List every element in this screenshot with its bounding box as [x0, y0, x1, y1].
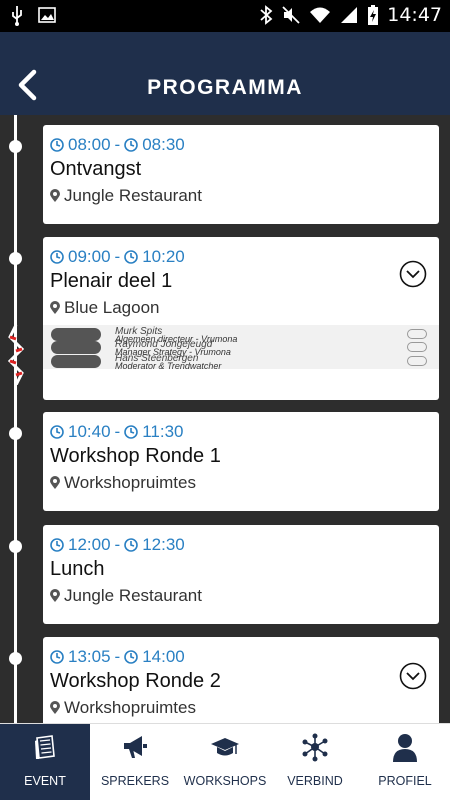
event-title: Plenair deel 1 [50, 270, 173, 292]
event-title: Workshop Ronde 2 [50, 670, 221, 692]
clock-icon [124, 250, 139, 264]
event-time: 09:00 - 10:20 [50, 247, 185, 267]
event-card[interactable]: 10:40 - 11:30 Workshop Ronde 1 Workshopr… [43, 412, 439, 511]
clock-icon [124, 650, 139, 664]
mute-icon [282, 6, 300, 24]
timeline-dot [9, 427, 22, 440]
page-title: PROGRAMMA [147, 76, 303, 99]
nav-profiel[interactable]: PROFIEL [360, 724, 450, 800]
event-card[interactable]: 12:00 - 12:30 Lunch Jungle Restaurant [43, 525, 439, 624]
wifi-icon [310, 7, 331, 23]
program-list[interactable]: 08:00 - 08:30 Ontvangst Jungle Restauran… [0, 115, 450, 723]
location-pin-icon [50, 301, 60, 314]
event-location: Jungle Restaurant [50, 586, 202, 606]
avatar [51, 355, 101, 368]
megaphone-icon [124, 736, 147, 758]
clock-icon [50, 538, 64, 552]
expand-chevron-icon[interactable] [399, 662, 427, 690]
status-bar: 14:47 [0, 0, 450, 32]
nav-label: VERBIND [287, 774, 343, 788]
event-start: 09:00 [68, 247, 111, 266]
network-icon [302, 733, 328, 762]
timeline-break-icon [7, 325, 25, 385]
chevron-right-icon[interactable] [407, 342, 427, 352]
event-title: Lunch [50, 558, 105, 580]
event-icon [35, 735, 55, 759]
location-pin-icon [50, 476, 60, 489]
event-location: Workshopruimtes [50, 473, 196, 493]
event-title: Ontvangst [50, 158, 142, 180]
event-end: 08:30 [142, 135, 185, 154]
timeline-dot [9, 652, 22, 665]
nav-label: WORKSHOPS [183, 774, 267, 788]
timeline-line [14, 115, 17, 723]
speaker-row[interactable]: Murk Spits Algemeen directeur - Vrumona [51, 326, 431, 344]
event-card[interactable]: 09:00 - 10:20 Plenair deel 1 Blue Lagoon… [43, 237, 439, 400]
event-location: Blue Lagoon [50, 298, 159, 318]
app-header: PROGRAMMA [0, 32, 450, 115]
speaker-row[interactable]: Raymond Jongejeugd Manager Strategy - Vr… [51, 339, 431, 357]
location-pin-icon [50, 189, 60, 202]
bluetooth-icon [260, 5, 273, 25]
event-end: 12:30 [142, 535, 185, 554]
clock-icon [124, 425, 139, 439]
chevron-right-icon[interactable] [407, 356, 427, 366]
event-card[interactable]: 13:05 - 14:00 Workshop Ronde 2 Workshopr… [43, 637, 439, 723]
clock-icon [50, 138, 64, 152]
event-card[interactable]: 08:00 - 08:30 Ontvangst Jungle Restauran… [43, 125, 439, 224]
bottom-nav: EVENT SPREKERS WORKSHOPS VERBIND PROFIEL [0, 723, 450, 800]
nav-event[interactable]: EVENT [0, 724, 90, 800]
event-start: 10:40 [68, 422, 111, 441]
timeline-dot [9, 540, 22, 553]
event-time: 13:05 - 14:00 [50, 647, 185, 667]
speaker-list: Murk Spits Algemeen directeur - Vrumona … [43, 325, 439, 369]
event-time: 12:00 - 12:30 [50, 535, 185, 555]
avatar [51, 328, 101, 341]
chevron-right-icon[interactable] [407, 329, 427, 339]
clock-icon [124, 138, 139, 152]
speaker-row[interactable]: Hans Steenbergen Moderator & Trendwatche… [51, 353, 431, 369]
event-time: 10:40 - 11:30 [50, 422, 184, 442]
timeline-dot [9, 252, 22, 265]
nav-label: SPREKERS [100, 774, 170, 788]
event-location: Workshopruimtes [50, 698, 196, 718]
usb-icon [12, 6, 22, 26]
graduation-cap-icon [211, 738, 239, 756]
clock-time: 14:47 [387, 4, 442, 26]
avatar [51, 341, 101, 354]
clock-icon [50, 650, 64, 664]
event-end: 10:20 [142, 247, 185, 266]
nav-label: PROFIEL [378, 774, 432, 788]
clock-icon [124, 538, 139, 552]
nav-verbind[interactable]: VERBIND [270, 724, 360, 800]
event-location: Jungle Restaurant [50, 186, 202, 206]
expand-chevron-icon[interactable] [399, 260, 427, 288]
event-start: 08:00 [68, 135, 111, 154]
image-icon [38, 7, 56, 23]
event-start: 12:00 [68, 535, 111, 554]
event-time: 08:00 - 08:30 [50, 135, 185, 155]
battery-icon [368, 5, 379, 25]
signal-icon [341, 7, 358, 23]
speaker-role: Moderator & Trendwatcher [115, 361, 222, 369]
nav-sprekers[interactable]: SPREKERS [90, 724, 180, 800]
nav-workshops[interactable]: WORKSHOPS [180, 724, 270, 800]
location-pin-icon [50, 589, 60, 602]
clock-icon [50, 250, 64, 264]
user-icon [393, 734, 417, 762]
location-pin-icon [50, 701, 60, 714]
event-end: 11:30 [142, 422, 184, 441]
clock-icon [50, 425, 64, 439]
event-title: Workshop Ronde 1 [50, 445, 221, 467]
event-end: 14:00 [142, 647, 185, 666]
timeline-dot [9, 140, 22, 153]
nav-label: EVENT [24, 774, 66, 788]
event-start: 13:05 [68, 647, 111, 666]
